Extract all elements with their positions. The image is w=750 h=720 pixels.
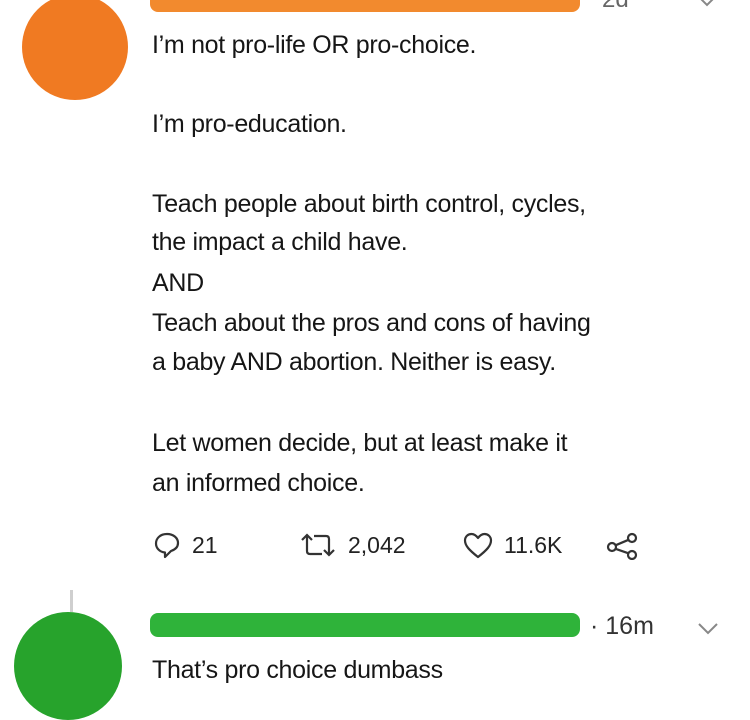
tweet-line-7: a baby AND abortion. Neither is easy. — [152, 348, 556, 376]
reply-icon — [154, 532, 180, 559]
redacted-username — [150, 0, 580, 12]
like-button[interactable]: 11.6K — [462, 530, 562, 560]
share-icon[interactable] — [606, 532, 640, 565]
tweet-line-9: an informed choice. — [152, 469, 365, 497]
retweet-icon — [301, 533, 335, 557]
reply-avatar[interactable] — [14, 612, 122, 720]
redacted-reply-username — [150, 613, 580, 637]
avatar[interactable] — [22, 0, 128, 100]
tweet-line-6: Teach about the pros and cons of having — [152, 309, 591, 337]
reply-button[interactable]: 21 — [152, 530, 218, 560]
retweet-button[interactable]: 2,042 — [298, 530, 406, 560]
like-count: 11.6K — [504, 531, 563, 558]
chevron-down-icon[interactable] — [696, 622, 720, 641]
thread-line — [70, 590, 73, 612]
tweet-line-8: Let women decide, but at least make it — [152, 429, 568, 457]
reply-text: That’s pro choice dumbass — [152, 656, 443, 684]
like-icon — [463, 532, 493, 559]
reply-count: 21 — [192, 531, 218, 558]
retweet-count: 2,042 — [348, 531, 406, 558]
tweet-line-3: Teach people about birth control, cycles… — [152, 190, 586, 218]
tweet-line-5: AND — [152, 269, 204, 297]
reply-time: · 16m — [590, 612, 654, 640]
tweet-line-2: I’m pro-education. — [152, 110, 347, 138]
chevron-down-icon[interactable] — [695, 0, 719, 13]
tweet-line-4: the impact a child have. — [152, 228, 408, 256]
tweet-line-1: I’m not pro-life OR pro-choice. — [152, 31, 477, 59]
tweet-time: 2d — [602, 0, 629, 14]
